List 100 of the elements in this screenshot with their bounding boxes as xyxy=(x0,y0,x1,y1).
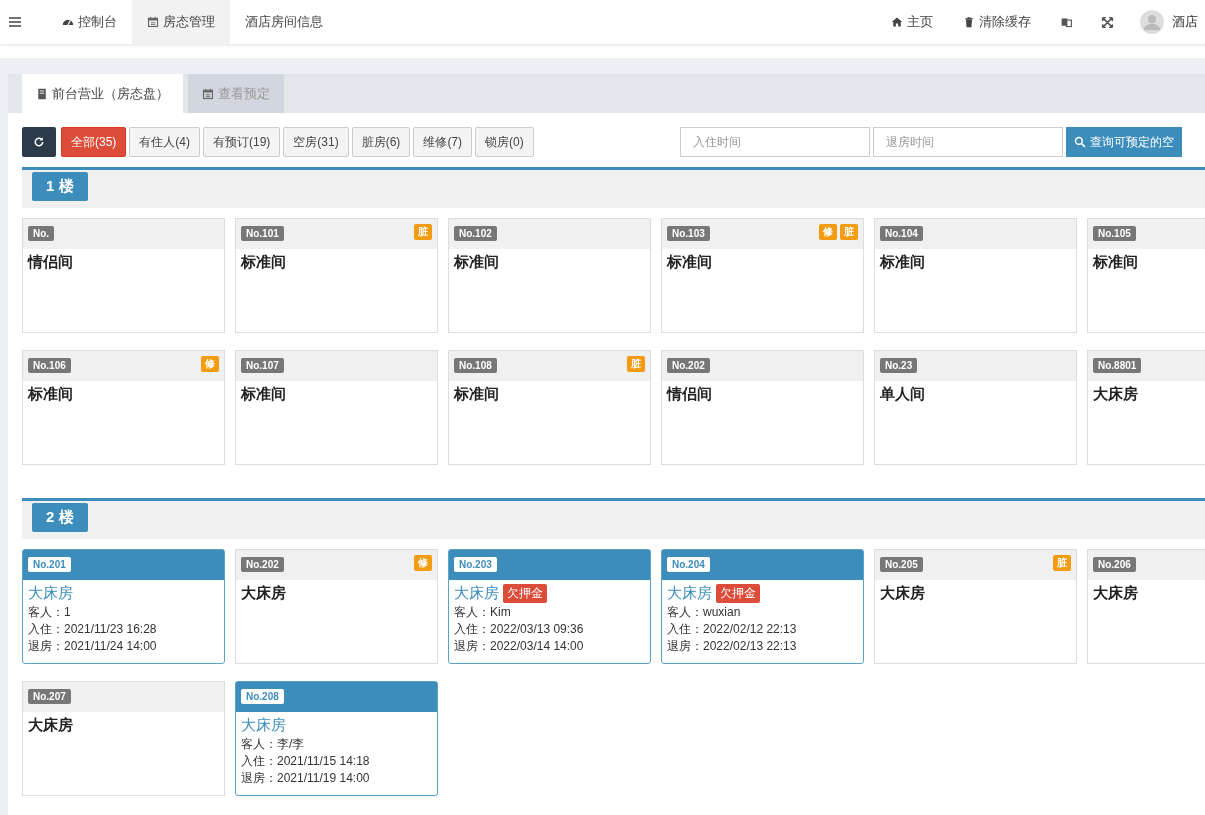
room-card[interactable]: No.202 修 大床房 xyxy=(235,549,438,664)
status-tag: 脏 xyxy=(1053,555,1071,571)
checkin-info: 入住：2022/02/12 22:13 xyxy=(667,621,798,638)
room-number: No.105 xyxy=(1093,226,1136,241)
book-icon xyxy=(36,87,48,100)
refresh-button[interactable] xyxy=(22,127,56,157)
room-card[interactable]: No.102 标准间 xyxy=(448,218,651,333)
room-number: No.201 xyxy=(28,557,71,572)
room-type: 大床房 xyxy=(454,584,499,603)
room-number: No.8801 xyxy=(1093,358,1142,373)
filter-button[interactable]: 空房(31) xyxy=(283,127,349,157)
room-number: No.202 xyxy=(241,557,284,572)
room-number: No.104 xyxy=(880,226,923,241)
room-number: No.108 xyxy=(454,358,497,373)
status-tag: 修 xyxy=(414,555,432,571)
refresh-icon xyxy=(33,136,45,148)
filter-button[interactable]: 脏房(6) xyxy=(351,127,411,157)
room-number: No.208 xyxy=(241,689,284,704)
checkout-info: 退房：2022/02/13 22:13 xyxy=(667,638,798,655)
checkin-info: 入住：2022/03/13 09:36 xyxy=(454,621,585,638)
search-icon xyxy=(1073,136,1086,148)
filter-button[interactable]: 维修(7) xyxy=(413,127,473,157)
room-type: 标准间 xyxy=(241,253,286,272)
room-card[interactable]: No.201 大床房 客人：1 入住：2021/11/23 16:28 退房：2021/11/24 14:00 xyxy=(22,549,225,664)
trash-icon xyxy=(963,16,975,28)
floor-label[interactable]: 1 楼 xyxy=(32,172,88,201)
home-icon xyxy=(891,16,903,28)
room-card[interactable]: No. 情侣间 xyxy=(22,218,225,333)
room-card[interactable]: No.208 大床房 客人：李/李 入住：2021/11/15 14:18 退房：2021/11/19 14:00 xyxy=(235,681,438,796)
nav-tab[interactable]: 酒店房间信息 xyxy=(230,0,338,44)
room-number: No.102 xyxy=(454,226,497,241)
room-type: 大床房 xyxy=(1093,385,1138,404)
room-card[interactable]: No.205 脏 大床房 xyxy=(874,549,1077,664)
nav-link[interactable]: 主页 xyxy=(876,0,948,44)
room-card[interactable]: No.105 标准间 xyxy=(1087,218,1205,333)
room-card[interactable]: No.23 单人间 xyxy=(874,350,1077,465)
room-type: 标准间 xyxy=(1093,253,1138,272)
fullscreen-icon[interactable] xyxy=(1101,15,1114,29)
tab[interactable]: 前台营业（房态盘） xyxy=(22,74,183,113)
room-number: No.204 xyxy=(667,557,710,572)
room-number: No.202 xyxy=(667,358,710,373)
menu-icon[interactable] xyxy=(9,17,21,27)
room-type: 大床房 xyxy=(880,584,925,603)
room-number: No.23 xyxy=(880,358,918,373)
filter-button[interactable]: 有预订(19) xyxy=(203,127,281,157)
room-type: 情侣间 xyxy=(667,385,712,404)
room-type: 大床房 xyxy=(28,584,73,603)
calendar-icon xyxy=(202,87,214,100)
nav-tab[interactable]: 控制台 xyxy=(47,0,132,44)
room-card[interactable]: No.108 脏 标准间 xyxy=(448,350,651,465)
translate-icon[interactable] xyxy=(1060,15,1073,29)
room-type: 标准间 xyxy=(454,385,499,404)
room-card[interactable]: No.8801 大床房 xyxy=(1087,350,1205,465)
status-tag: 脏 xyxy=(840,224,858,240)
room-number: No.207 xyxy=(28,689,71,704)
deposit-warning: 欠押金 xyxy=(716,584,760,603)
room-number: No.107 xyxy=(241,358,284,373)
room-type: 标准间 xyxy=(241,385,286,404)
room-card[interactable]: No.106 修 标准间 xyxy=(22,350,225,465)
room-number: No.101 xyxy=(241,226,284,241)
checkout-info: 退房：2022/03/14 14:00 xyxy=(454,638,585,655)
room-type: 标准间 xyxy=(28,385,73,404)
room-card[interactable]: No.203 大床房 欠押金 客人：Kim 入住：2022/03/13 09:36 退房：2022/03/14 14:00 xyxy=(448,549,651,664)
room-type: 标准间 xyxy=(880,253,925,272)
room-number: No.106 xyxy=(28,358,71,373)
checkin-info: 入住：2021/11/15 14:18 xyxy=(241,753,371,770)
room-type: 标准间 xyxy=(454,253,499,272)
nav-tab[interactable]: 房态管理 xyxy=(132,0,230,44)
room-card[interactable]: No.103 修 脏 标准间 xyxy=(661,218,864,333)
room-type: 单人间 xyxy=(880,385,925,404)
room-card[interactable]: No.202 情侣间 xyxy=(661,350,864,465)
room-number: No. xyxy=(28,226,55,241)
checkout-info: 退房：2021/11/19 14:00 xyxy=(241,770,371,787)
filter-button[interactable]: 全部(35) xyxy=(61,127,127,157)
room-number: No.205 xyxy=(880,557,923,572)
search-button[interactable]: 查询可预定的空 xyxy=(1065,127,1182,157)
room-card[interactable]: No.107 标准间 xyxy=(235,350,438,465)
status-tag: 修 xyxy=(819,224,837,240)
filter-button[interactable]: 有住人(4) xyxy=(129,127,200,157)
room-card[interactable]: No.101 脏 标准间 xyxy=(235,218,438,333)
checkin-date-field[interactable]: 入住时间 xyxy=(679,127,870,157)
room-card[interactable]: No.104 标准间 xyxy=(874,218,1077,333)
room-card[interactable]: No.206 大床房 xyxy=(1087,549,1205,664)
room-type: 情侣间 xyxy=(28,253,73,272)
checkout-date-field[interactable]: 退房时间 xyxy=(872,127,1063,157)
user-name[interactable]: 酒店 xyxy=(1172,13,1205,31)
checkin-info: 入住：2021/11/23 16:28 xyxy=(28,621,158,638)
room-type: 大床房 xyxy=(667,584,712,603)
room-card[interactable]: No.207 大床房 xyxy=(22,681,225,796)
room-card[interactable]: No.204 大床房 欠押金 客人：wuxian 入住：2022/02/12 22:13 退房：2022/02/13 22:13 xyxy=(661,549,864,664)
status-tag: 脏 xyxy=(414,224,432,240)
guest-info: 客人：Kim xyxy=(454,604,512,621)
room-type: 大床房 xyxy=(28,716,73,735)
room-number: No.203 xyxy=(454,557,497,572)
deposit-warning: 欠押金 xyxy=(503,584,547,603)
nav-link[interactable]: 清除缓存 xyxy=(948,0,1046,44)
status-tag: 修 xyxy=(201,356,219,372)
filter-button[interactable]: 锁房(0) xyxy=(475,127,534,157)
floor-label[interactable]: 2 楼 xyxy=(32,503,88,532)
room-number: No.103 xyxy=(667,226,710,241)
